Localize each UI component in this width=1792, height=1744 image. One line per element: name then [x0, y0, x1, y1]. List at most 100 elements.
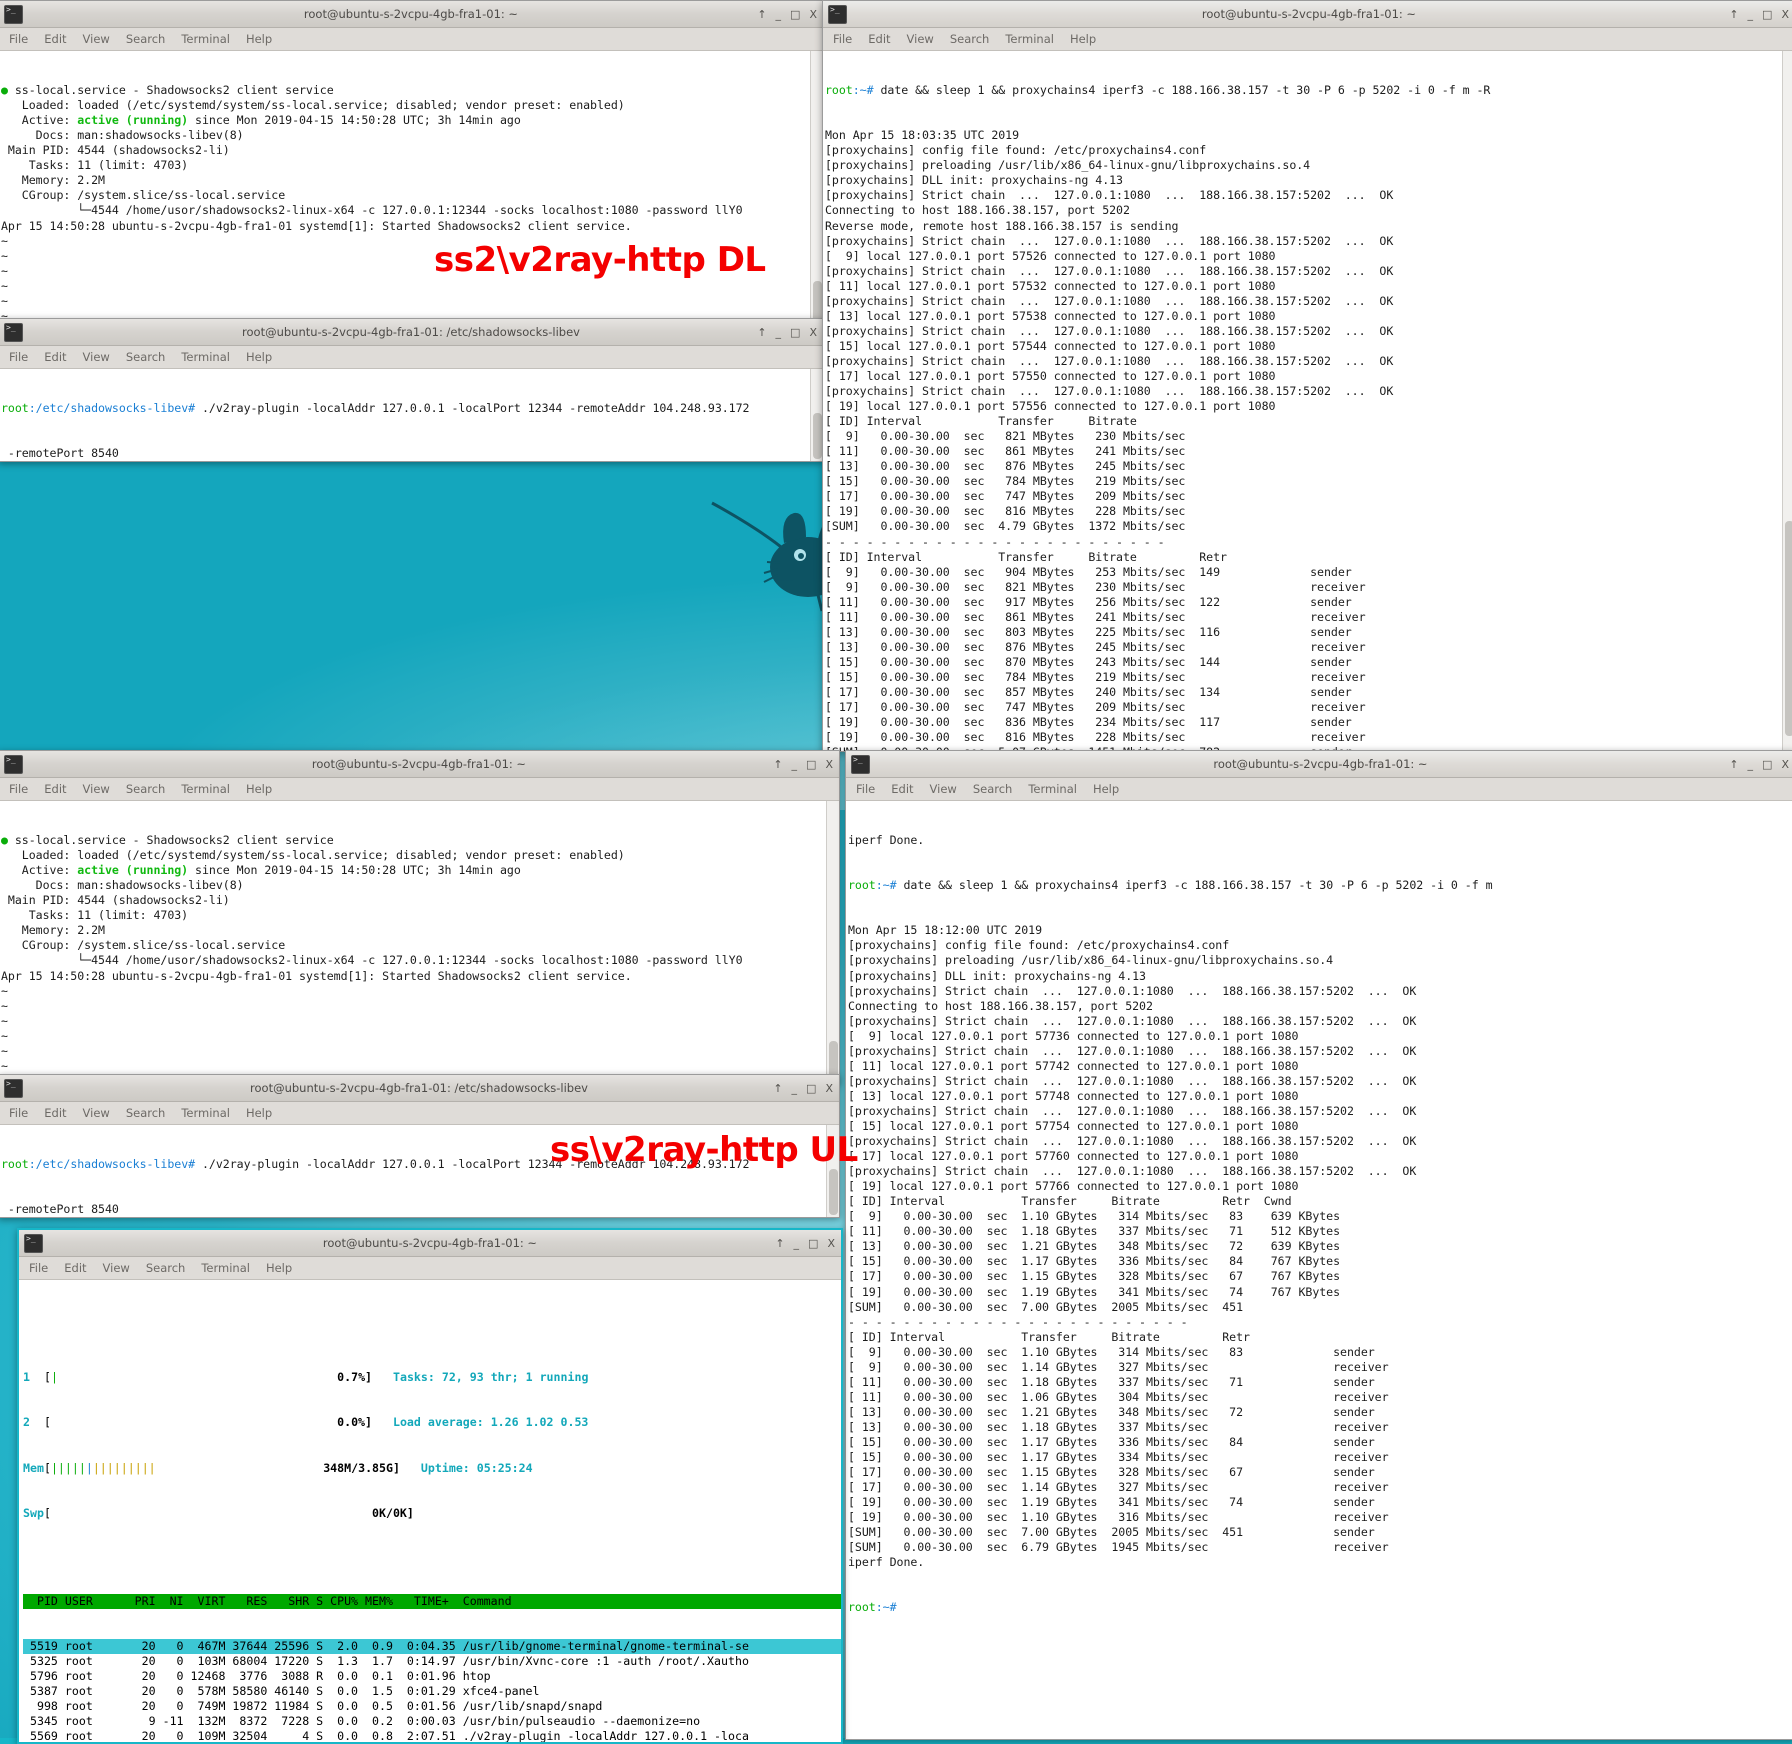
menu-item-file[interactable]: File — [9, 350, 28, 364]
menu-item-search[interactable]: Search — [126, 350, 166, 364]
terminal-output[interactable]: iperf Done. root:~# date && sleep 1 && p… — [846, 801, 1792, 1740]
maximize-button[interactable]: □ — [806, 758, 816, 771]
menubar[interactable]: File Edit View Search Terminal Help — [0, 346, 823, 369]
titlebar[interactable]: root@ubuntu-s-2vcpu-4gb-fra1-01: ~ ↑ _ □… — [0, 1, 823, 28]
menubar[interactable]: File Edit View Search Terminal Help — [19, 1257, 841, 1280]
menu-item-help[interactable]: Help — [246, 32, 272, 46]
window-buttons[interactable]: ↑ _ □ X — [775, 1237, 835, 1250]
terminal-output[interactable]: ● ss-local.service - Shadowsocks2 client… — [0, 51, 823, 322]
scrollbar[interactable] — [826, 801, 839, 1084]
close-button[interactable]: X — [827, 1237, 835, 1250]
htop-process-row[interactable]: 5345 root 9 -11 132M 8372 7228 S 0.0 0.2… — [23, 1714, 841, 1729]
menu-item-search[interactable]: Search — [146, 1261, 186, 1275]
menu-item-view[interactable]: View — [103, 1261, 130, 1275]
minimize-button[interactable]: _ — [792, 758, 798, 771]
htop-process-row[interactable]: 998 root 20 0 749M 19872 11984 S 0.0 0.5… — [23, 1699, 841, 1714]
titlebar[interactable]: root@ubuntu-s-2vcpu-4gb-fra1-01: ~ ↑ _ □… — [19, 1230, 841, 1257]
close-button[interactable]: X — [1781, 758, 1789, 771]
close-button[interactable]: X — [825, 758, 833, 771]
menu-item-edit[interactable]: Edit — [44, 782, 66, 796]
shade-button[interactable]: ↑ — [775, 1237, 784, 1250]
menu-item-edit[interactable]: Edit — [64, 1261, 86, 1275]
window-iperf3-upload[interactable]: root@ubuntu-s-2vcpu-4gb-fra1-01: ~ ↑ _ □… — [845, 750, 1792, 1740]
menu-item-help[interactable]: Help — [246, 1106, 272, 1120]
titlebar[interactable]: root@ubuntu-s-2vcpu-4gb-fra1-01: ~ ↑ _ □… — [823, 1, 1792, 28]
menu-item-file[interactable]: File — [833, 32, 852, 46]
menu-item-view[interactable]: View — [83, 1106, 110, 1120]
minimize-button[interactable]: _ — [1748, 8, 1754, 21]
menubar[interactable]: File Edit View Search Terminal Help — [0, 28, 823, 51]
menu-item-view[interactable]: View — [83, 782, 110, 796]
htop-process-list[interactable]: 5519 root 20 0 467M 37644 25596 S 2.0 0.… — [23, 1639, 841, 1744]
menu-item-file[interactable]: File — [9, 782, 28, 796]
menu-item-view[interactable]: View — [907, 32, 934, 46]
menu-item-terminal[interactable]: Terminal — [181, 1106, 230, 1120]
minimize-button[interactable]: _ — [776, 326, 782, 339]
menu-item-edit[interactable]: Edit — [44, 350, 66, 364]
menu-item-search[interactable]: Search — [126, 782, 166, 796]
terminal-output[interactable]: root:~# date && sleep 1 && proxychains4 … — [823, 51, 1792, 752]
minimize-button[interactable]: _ — [792, 1082, 798, 1095]
menu-item-help[interactable]: Help — [246, 350, 272, 364]
menu-item-terminal[interactable]: Terminal — [201, 1261, 250, 1275]
maximize-button[interactable]: □ — [1762, 758, 1772, 771]
htop-process-row[interactable]: 5569 root 20 0 109M 32504 4 S 0.0 0.8 2:… — [23, 1729, 841, 1744]
window-htop[interactable]: root@ubuntu-s-2vcpu-4gb-fra1-01: ~ ↑ _ □… — [17, 1228, 843, 1744]
menu-item-terminal[interactable]: Terminal — [181, 782, 230, 796]
menu-item-view[interactable]: View — [930, 782, 957, 796]
menubar[interactable]: File Edit View Search Terminal Help — [823, 28, 1792, 51]
titlebar[interactable]: root@ubuntu-s-2vcpu-4gb-fra1-01: /etc/sh… — [0, 1075, 839, 1102]
menu-item-search[interactable]: Search — [950, 32, 990, 46]
maximize-button[interactable]: □ — [790, 326, 800, 339]
minimize-button[interactable]: _ — [794, 1237, 800, 1250]
window-systemd-status-top[interactable]: root@ubuntu-s-2vcpu-4gb-fra1-01: ~ ↑ _ □… — [0, 0, 824, 322]
window-buttons[interactable]: ↑ _ □ X — [757, 326, 817, 339]
shade-button[interactable]: ↑ — [773, 758, 782, 771]
shade-button[interactable]: ↑ — [757, 326, 766, 339]
htop-process-row[interactable]: 5387 root 20 0 578M 58580 46140 S 0.0 1.… — [23, 1684, 841, 1699]
menu-item-search[interactable]: Search — [126, 32, 166, 46]
htop-process-row[interactable]: 5519 root 20 0 467M 37644 25596 S 2.0 0.… — [23, 1639, 841, 1654]
htop-process-row[interactable]: 5325 root 20 0 103M 68004 17220 S 1.3 1.… — [23, 1654, 841, 1669]
shade-button[interactable]: ↑ — [1729, 8, 1738, 21]
menu-item-help[interactable]: Help — [1070, 32, 1096, 46]
menubar[interactable]: File Edit View Search Terminal Help — [0, 1102, 839, 1125]
menu-item-view[interactable]: View — [83, 350, 110, 364]
terminal-output[interactable]: root:/etc/shadowsocks-libev# ./v2ray-plu… — [0, 1125, 839, 1218]
menu-item-edit[interactable]: Edit — [44, 1106, 66, 1120]
close-button[interactable]: X — [825, 1082, 833, 1095]
htop-process-row[interactable]: 5796 root 20 0 12468 3776 3088 R 0.0 0.1… — [23, 1669, 841, 1684]
close-button[interactable]: X — [809, 326, 817, 339]
window-systemd-status-bottom[interactable]: root@ubuntu-s-2vcpu-4gb-fra1-01: ~ ↑ _ □… — [0, 750, 840, 1084]
minimize-button[interactable]: _ — [776, 8, 782, 21]
minimize-button[interactable]: _ — [1748, 758, 1754, 771]
window-buttons[interactable]: ↑ _ □ X — [1729, 758, 1789, 771]
menu-item-help[interactable]: Help — [246, 782, 272, 796]
titlebar[interactable]: root@ubuntu-s-2vcpu-4gb-fra1-01: /etc/sh… — [0, 319, 823, 346]
scrollbar[interactable] — [1782, 51, 1792, 752]
close-button[interactable]: X — [1781, 8, 1789, 21]
titlebar[interactable]: root@ubuntu-s-2vcpu-4gb-fra1-01: ~ ↑ _ □… — [0, 751, 839, 778]
menubar[interactable]: File Edit View Search Terminal Help — [0, 778, 839, 801]
terminal-output[interactable]: ● ss-local.service - Shadowsocks2 client… — [0, 801, 839, 1084]
menu-item-file[interactable]: File — [856, 782, 875, 796]
menu-item-view[interactable]: View — [83, 32, 110, 46]
menu-item-search[interactable]: Search — [126, 1106, 166, 1120]
maximize-button[interactable]: □ — [808, 1237, 818, 1250]
shade-button[interactable]: ↑ — [1729, 758, 1738, 771]
window-buttons[interactable]: ↑ _ □ X — [1729, 8, 1789, 21]
window-buttons[interactable]: ↑ _ □ X — [773, 1082, 833, 1095]
terminal-output[interactable]: root:/etc/shadowsocks-libev# ./v2ray-plu… — [0, 369, 823, 462]
window-v2ray-plugin-bottom[interactable]: root@ubuntu-s-2vcpu-4gb-fra1-01: /etc/sh… — [0, 1074, 840, 1218]
menu-item-file[interactable]: File — [9, 32, 28, 46]
maximize-button[interactable]: □ — [790, 8, 800, 21]
shade-button[interactable]: ↑ — [773, 1082, 782, 1095]
menubar[interactable]: File Edit View Search Terminal Help — [846, 778, 1792, 801]
scrollbar[interactable] — [826, 1125, 839, 1218]
titlebar[interactable]: root@ubuntu-s-2vcpu-4gb-fra1-01: ~ ↑ _ □… — [846, 751, 1792, 778]
close-button[interactable]: X — [809, 8, 817, 21]
window-buttons[interactable]: ↑ _ □ X — [773, 758, 833, 771]
menu-item-edit[interactable]: Edit — [868, 32, 890, 46]
menu-item-search[interactable]: Search — [973, 782, 1013, 796]
menu-item-terminal[interactable]: Terminal — [1028, 782, 1077, 796]
